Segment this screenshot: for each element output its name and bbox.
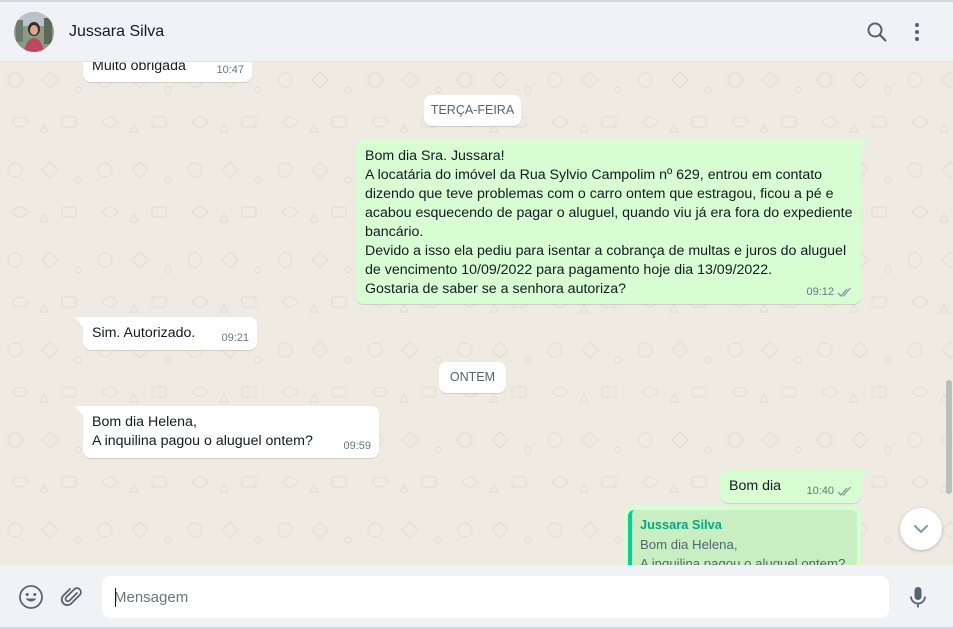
contact-name[interactable]: Jussara Silva: [69, 23, 164, 41]
date-separator: TERÇA-FEIRA: [424, 95, 521, 126]
message-text: Muito obrigada: [92, 62, 186, 74]
bubble-tail: [861, 140, 869, 150]
message-time: 10:47: [216, 64, 244, 76]
chat-messages-pane[interactable]: Muito obrigada 10:47 TERÇA-FEIRA Bom dia…: [0, 62, 953, 565]
message-time: 09:59: [343, 440, 371, 452]
quoted-text: Bom dia Helena, A inquilina pagou o alug…: [640, 537, 846, 565]
message-text: Sim. Autorizado.: [92, 325, 196, 341]
double-check-icon: [837, 486, 851, 496]
menu-icon[interactable]: [905, 20, 929, 44]
message-meta: 10:40: [806, 484, 853, 499]
message-time: 10:40: [806, 485, 834, 497]
message-text: Bom dia Sra. Jussara! A locatária do imó…: [365, 148, 853, 297]
chat-header: Jussara Silva: [0, 2, 953, 62]
bubble-tail: [75, 406, 83, 416]
chat-scrollbar[interactable]: [946, 380, 952, 494]
message-time: 09:12: [806, 286, 834, 298]
message-incoming[interactable]: Muito obrigada 10:47: [83, 62, 252, 82]
message-time: 09:21: [221, 332, 249, 344]
message-outgoing[interactable]: Bom dia Sra. Jussara! A locatária do imó…: [356, 140, 869, 304]
message-meta: 09:12: [806, 285, 853, 300]
quoted-message[interactable]: Jussara Silva Bom dia Helena, A inquilin…: [628, 510, 857, 565]
avatar-photo: [14, 12, 54, 52]
double-check-icon: [837, 287, 851, 297]
quoted-author: Jussara Silva: [640, 517, 722, 532]
message-incoming[interactable]: Sim. Autorizado. 09:21: [75, 317, 257, 350]
avatar[interactable]: [14, 12, 54, 52]
emoji-icon[interactable]: [18, 584, 44, 610]
message-composer: [0, 565, 953, 627]
date-separator: ONTEM: [439, 362, 506, 393]
bubble-tail: [861, 470, 869, 480]
bubble-tail: [75, 317, 83, 327]
message-input[interactable]: [114, 576, 874, 618]
message-incoming[interactable]: Bom dia Helena, A inquilina pagou o alug…: [75, 406, 379, 458]
attach-icon[interactable]: [59, 584, 85, 610]
message-input-container: [102, 576, 889, 618]
message-text: Bom dia: [729, 478, 782, 494]
scroll-to-bottom-button[interactable]: [900, 508, 942, 550]
message-text: Bom dia Helena, A inquilina pagou o alug…: [92, 414, 313, 449]
microphone-icon[interactable]: [905, 584, 931, 610]
message-outgoing-reply[interactable]: Jussara Silva Bom dia Helena, A inquilin…: [624, 506, 861, 565]
message-outgoing[interactable]: Bom dia 10:40: [720, 470, 869, 503]
text-caret: [115, 588, 116, 607]
search-icon[interactable]: [865, 20, 889, 44]
chevron-down-icon: [914, 525, 928, 533]
